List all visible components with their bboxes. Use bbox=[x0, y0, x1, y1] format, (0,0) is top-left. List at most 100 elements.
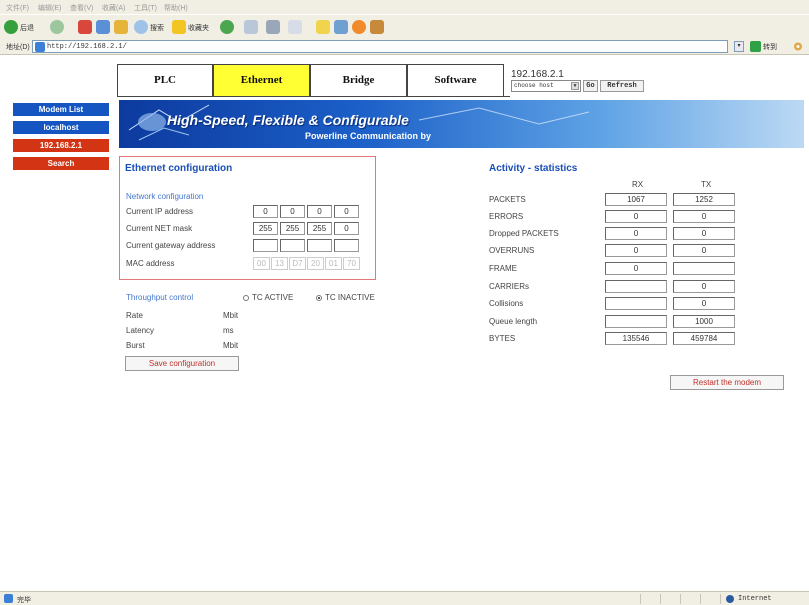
gateway-octet-1[interactable] bbox=[253, 239, 278, 252]
rx-header: RX bbox=[632, 180, 644, 189]
menu-favorites[interactable]: 收藏(A) bbox=[102, 3, 125, 13]
messenger-icon[interactable] bbox=[334, 20, 348, 34]
search-label[interactable]: 搜索 bbox=[150, 23, 164, 33]
ip-octet-2[interactable]: 0 bbox=[280, 205, 305, 218]
stat-label-frame: FRAME bbox=[489, 264, 517, 273]
address-label: 地址(D) bbox=[6, 44, 30, 51]
mac-byte-5: 01 bbox=[325, 257, 342, 270]
restart-modem-button[interactable]: Restart the modem bbox=[670, 375, 784, 390]
netmask-octet-1[interactable]: 255 bbox=[253, 222, 278, 235]
tab-software[interactable]: Software bbox=[407, 64, 504, 96]
stat-carriers-rx bbox=[605, 280, 667, 293]
host-select[interactable]: choose host ▼ bbox=[511, 80, 581, 92]
page-icon bbox=[35, 42, 45, 52]
ip-octet-4[interactable]: 0 bbox=[334, 205, 359, 218]
media-icon[interactable] bbox=[352, 20, 366, 34]
stat-dropped-tx: 0 bbox=[673, 227, 735, 240]
menu-tools[interactable]: 工具(T) bbox=[134, 3, 157, 13]
internet-zone-icon bbox=[726, 595, 734, 603]
menu-help[interactable]: 帮助(H) bbox=[164, 3, 188, 13]
folder-icon[interactable] bbox=[316, 20, 330, 34]
banner: High-Speed, Flexible & Configurable Powe… bbox=[119, 100, 804, 148]
throughput-title: Throughput control bbox=[126, 293, 194, 302]
stat-overruns-tx: 0 bbox=[673, 244, 735, 257]
gateway-label: Current gateway address bbox=[126, 241, 216, 250]
stat-collisions-rx bbox=[605, 297, 667, 310]
favorites-label[interactable]: 收藏夹 bbox=[188, 23, 209, 33]
stat-label-packets: PACKETS bbox=[489, 195, 526, 204]
home-icon[interactable] bbox=[114, 20, 128, 34]
refresh-button[interactable]: Refresh bbox=[600, 80, 644, 92]
go-arrow-icon[interactable] bbox=[750, 41, 761, 52]
mac-byte-4: 20 bbox=[307, 257, 324, 270]
edit-icon[interactable] bbox=[288, 20, 302, 34]
stat-carriers-tx: 0 bbox=[673, 280, 735, 293]
links-icon[interactable] bbox=[792, 41, 804, 52]
menu-file[interactable]: 文件(F) bbox=[6, 3, 29, 13]
tab-ethernet[interactable]: Ethernet bbox=[213, 64, 310, 96]
mac-address-label: MAC address bbox=[126, 259, 175, 268]
tc-active-radio[interactable] bbox=[243, 295, 249, 301]
security-zone: Internet bbox=[738, 595, 772, 603]
stop-icon[interactable] bbox=[78, 20, 92, 34]
gateway-octet-4[interactable] bbox=[334, 239, 359, 252]
go-button[interactable]: 转到 bbox=[763, 42, 777, 52]
stat-frame-rx: 0 bbox=[605, 262, 667, 275]
save-configuration-button[interactable]: Save configuration bbox=[125, 356, 239, 371]
search-icon[interactable] bbox=[134, 20, 148, 34]
sidebar-item-localhost[interactable]: localhost bbox=[13, 121, 109, 134]
stat-queue-length-rx bbox=[605, 315, 667, 328]
banner-subtitle: Powerline Communication by bbox=[305, 131, 432, 141]
research-icon[interactable] bbox=[370, 20, 384, 34]
address-value: http://192.168.2.1/ bbox=[47, 43, 127, 51]
tab-divider bbox=[117, 96, 510, 97]
print-icon[interactable] bbox=[266, 20, 280, 34]
sidebar-item-192-168-2-1[interactable]: 192.168.2.1 bbox=[13, 139, 109, 152]
ip-octet-3[interactable]: 0 bbox=[307, 205, 332, 218]
refresh-icon[interactable] bbox=[96, 20, 110, 34]
sidebar-item-search[interactable]: Search bbox=[13, 157, 109, 170]
ethernet-config-title: Ethernet configuration bbox=[125, 163, 233, 174]
go-button-host[interactable]: Go bbox=[583, 80, 598, 92]
netmask-label: Current NET mask bbox=[126, 224, 193, 233]
stat-label-dropped: Dropped PACKETS bbox=[489, 229, 559, 238]
stat-packets-rx: 1067 bbox=[605, 193, 667, 206]
tab-bridge[interactable]: Bridge bbox=[310, 64, 407, 96]
latency-unit: ms bbox=[223, 326, 234, 335]
netmask-octet-4[interactable]: 0 bbox=[334, 222, 359, 235]
sidebar-item-modem-list[interactable]: Modem List bbox=[13, 103, 109, 116]
burst-unit: Mbit bbox=[223, 341, 239, 350]
mac-byte-6: 70 bbox=[343, 257, 360, 270]
burst-label: Burst bbox=[126, 341, 145, 350]
gateway-octet-2[interactable] bbox=[280, 239, 305, 252]
back-icon[interactable] bbox=[4, 20, 18, 34]
tab-plc[interactable]: PLC bbox=[117, 64, 213, 96]
tc-inactive-label: TC INACTIVE bbox=[325, 293, 375, 302]
address-input[interactable]: http://192.168.2.1/ bbox=[32, 40, 728, 53]
menu-edit[interactable]: 编辑(E) bbox=[38, 3, 61, 13]
mail-icon[interactable] bbox=[244, 20, 258, 34]
statusbar-divider bbox=[660, 594, 661, 604]
address-dropdown-icon[interactable]: ▾ bbox=[734, 41, 744, 52]
stat-label-overruns: OVERRUNS bbox=[489, 246, 535, 255]
gateway-octet-3[interactable] bbox=[307, 239, 332, 252]
stat-label-errors: ERRORS bbox=[489, 212, 524, 221]
status-text: 完毕 bbox=[17, 597, 31, 604]
banner-title: High-Speed, Flexible & Configurable bbox=[167, 112, 409, 128]
host-select-value: choose host bbox=[514, 82, 554, 89]
ip-octet-1[interactable]: 0 bbox=[253, 205, 278, 218]
stat-label-carriers: CARRIERs bbox=[489, 282, 530, 291]
stat-label-collisions: Collisions bbox=[489, 299, 524, 308]
tc-inactive-radio[interactable] bbox=[316, 295, 322, 301]
forward-icon[interactable] bbox=[50, 20, 64, 34]
history-icon[interactable] bbox=[220, 20, 234, 34]
stat-queue-length-tx: 1000 bbox=[673, 315, 735, 328]
menu-view[interactable]: 查看(V) bbox=[70, 3, 93, 13]
back-label[interactable]: 后退 bbox=[20, 23, 34, 33]
ip-address-label: Current IP address bbox=[126, 207, 193, 216]
tx-header: TX bbox=[701, 180, 712, 189]
stat-overruns-rx: 0 bbox=[605, 244, 667, 257]
netmask-octet-3[interactable]: 255 bbox=[307, 222, 332, 235]
netmask-octet-2[interactable]: 255 bbox=[280, 222, 305, 235]
favorites-icon[interactable] bbox=[172, 20, 186, 34]
